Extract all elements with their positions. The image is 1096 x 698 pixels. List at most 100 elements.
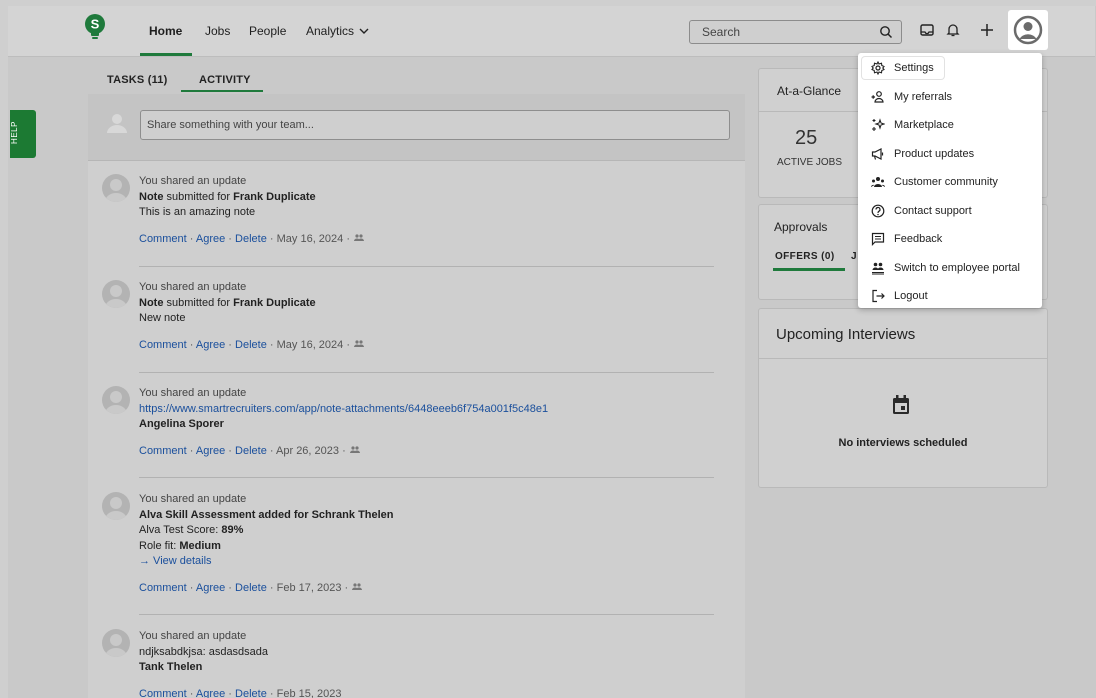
feed-headline: You shared an update: [139, 175, 247, 187]
share-update-input[interactable]: Share something with your team...: [140, 110, 730, 140]
view-details-link[interactable]: → View details: [139, 554, 719, 570]
tab-active-indicator: [181, 90, 263, 92]
agree-link[interactable]: Agree: [196, 688, 225, 698]
menu-item-settings[interactable]: Settings: [858, 55, 1042, 81]
logout-icon: [872, 289, 885, 303]
comment-link[interactable]: Comment: [139, 688, 187, 698]
nav-people[interactable]: People: [249, 24, 286, 38]
svg-text:S: S: [91, 17, 100, 32]
feed-actions: Comment · Agree · Delete · Feb 17, 2023 …: [139, 581, 719, 597]
feed-divider: [139, 477, 714, 478]
tab-activity[interactable]: ACTIVITY: [199, 74, 251, 86]
delete-link[interactable]: Delete: [235, 688, 267, 698]
agree-link[interactable]: Agree: [196, 339, 225, 351]
menu-item-marketplace[interactable]: Marketplace: [858, 112, 1042, 138]
candidate-name[interactable]: Frank Duplicate: [233, 191, 316, 203]
search-input[interactable]: Search: [689, 20, 902, 44]
separator: ·: [269, 338, 274, 351]
nav-analytics[interactable]: Analytics: [306, 24, 369, 38]
comment-link[interactable]: Comment: [139, 233, 187, 245]
menu-item-customer-community[interactable]: Customer community: [858, 169, 1042, 195]
separator: ·: [269, 232, 274, 245]
visibility-people-icon[interactable]: [353, 339, 365, 348]
score-label: Alva Test Score:: [139, 524, 222, 536]
feed-text: submitted for: [163, 296, 234, 309]
feed-divider: [139, 372, 714, 373]
menu-item-logout[interactable]: Logout: [858, 283, 1042, 309]
assessment-title: Alva Skill Assessment added for Schrank …: [139, 508, 394, 521]
tab-offers[interactable]: OFFERS (0): [775, 251, 835, 262]
feed-actions: Comment · Agree · Delete · Feb 15, 2023: [139, 687, 719, 698]
inbox-icon[interactable]: [919, 22, 935, 38]
visibility-people-icon[interactable]: [353, 233, 365, 242]
candidate-name[interactable]: Angelina Sporer: [139, 417, 719, 433]
menu-item-feedback[interactable]: Feedback: [858, 226, 1042, 252]
feed-actions: Comment · Agree · Delete · May 16, 2024 …: [139, 338, 719, 354]
tab-tasks[interactable]: TASKS (11): [107, 74, 167, 86]
note-label: Note: [139, 190, 164, 203]
delete-link[interactable]: Delete: [235, 445, 267, 457]
share-placeholder: Share something with your team...: [147, 119, 314, 131]
feed-date: Feb 15, 2023: [276, 687, 342, 698]
agree-link[interactable]: Agree: [196, 445, 225, 457]
help-circle-icon: [871, 204, 885, 218]
menu-item-my-referrals[interactable]: My referrals: [858, 84, 1042, 110]
menu-item-label: Feedback: [894, 233, 943, 245]
menu-item-switch-employee-portal[interactable]: Switch to employee portal: [858, 255, 1042, 281]
menu-item-product-updates[interactable]: Product updates: [858, 141, 1042, 167]
fit-value: Medium: [179, 539, 221, 552]
feedback-icon: [871, 232, 885, 246]
feed-divider: [139, 614, 714, 615]
attachment-link[interactable]: https://www.smartrecruiters.com/app/note…: [139, 402, 719, 418]
menu-item-label: Marketplace: [894, 119, 954, 131]
megaphone-icon: [871, 148, 884, 160]
gear-icon: [871, 61, 885, 75]
separator: ·: [189, 687, 194, 698]
sparkle-icon: [872, 118, 885, 131]
avatar: [102, 492, 130, 520]
comment-link[interactable]: Comment: [139, 582, 187, 594]
user-avatar-button[interactable]: [1008, 10, 1048, 50]
feed-actions: Comment · Agree · Delete · May 16, 2024 …: [139, 232, 719, 248]
separator: ·: [228, 581, 232, 594]
active-jobs-count[interactable]: 25: [795, 127, 817, 150]
comment-link[interactable]: Comment: [139, 445, 187, 457]
candidate-name[interactable]: Tank Thelen: [139, 660, 719, 676]
separator: ·: [228, 338, 232, 351]
user-silhouette-icon: [105, 391, 127, 414]
community-icon: [871, 177, 885, 187]
nav-analytics-label: Analytics: [306, 24, 355, 38]
card-title: At-a-Glance: [777, 84, 842, 98]
nav-jobs[interactable]: Jobs: [205, 24, 230, 38]
separator: ·: [269, 687, 274, 698]
avatar: [102, 386, 130, 414]
help-tab[interactable]: HELP: [10, 110, 36, 158]
delete-link[interactable]: Delete: [235, 582, 267, 594]
candidate-name[interactable]: Frank Duplicate: [233, 297, 316, 309]
visibility-people-icon[interactable]: [351, 582, 363, 591]
user-silhouette-icon: [105, 179, 127, 202]
visibility-people-icon[interactable]: [349, 445, 361, 454]
delete-link[interactable]: Delete: [235, 233, 267, 245]
feed-headline: You shared an update: [139, 630, 247, 642]
agree-link[interactable]: Agree: [196, 233, 225, 245]
menu-item-contact-support[interactable]: Contact support: [858, 198, 1042, 224]
referral-icon: [871, 91, 884, 103]
avatar: [102, 629, 130, 657]
menu-item-label: Logout: [894, 290, 928, 302]
feed-date: Apr 26, 2023: [276, 444, 340, 457]
avatar: [102, 280, 130, 308]
chevron-down-icon: [359, 28, 369, 34]
plus-icon[interactable]: [979, 22, 995, 38]
comment-link[interactable]: Comment: [139, 339, 187, 351]
separator: ·: [228, 687, 232, 698]
agree-link[interactable]: Agree: [196, 582, 225, 594]
separator: ·: [189, 444, 194, 457]
separator: ·: [228, 444, 232, 457]
bell-icon[interactable]: [945, 22, 961, 38]
delete-link[interactable]: Delete: [235, 339, 267, 351]
tab-jobs-approvals[interactable]: J: [851, 251, 857, 262]
smartrecruiters-logo-icon[interactable]: S: [84, 14, 106, 42]
nav-home[interactable]: Home: [149, 24, 182, 38]
search-icon[interactable]: [879, 25, 893, 39]
